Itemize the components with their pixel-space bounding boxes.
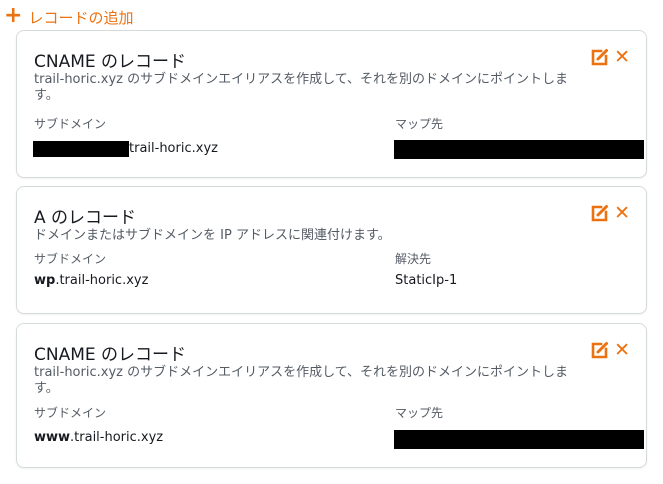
record-description: trail-horic.xyz のサブドメインエイリアスを作成して、それを別のド… [34,72,569,103]
delete-icon[interactable]: ✕ [614,203,630,223]
edit-icon[interactable] [590,47,610,67]
edit-icon[interactable] [590,340,610,360]
subdomain-prefix: wp [34,273,56,288]
subdomain-label: サブドメイン [34,252,107,266]
plus-icon: + [4,3,23,28]
redacted-target [394,430,644,449]
redacted-target [394,140,644,159]
record-title: CNAME のレコード [34,52,187,72]
record-card-cname-2: CNAME のレコード trail-horic.xyz のサブドメインエイリアス… [16,323,647,468]
edit-icon[interactable] [590,203,610,223]
subdomain-domain: trail-horic.xyz [129,141,218,156]
subdomain-domain: .trail-horic.xyz [70,430,164,445]
target-value: StaticIp-1 [395,273,458,288]
record-title: CNAME のレコード [34,345,187,365]
subdomain-value: www.trail-horic.xyz [34,430,163,445]
delete-icon[interactable]: ✕ [614,47,630,67]
target-label: マップ先 [395,117,444,131]
subdomain-label: サブドメイン [34,406,107,420]
subdomain-value: wp.trail-horic.xyz [34,273,148,288]
record-description: trail-horic.xyz のサブドメインエイリアスを作成して、それを別のド… [34,365,569,396]
record-actions: ✕ [590,203,630,223]
record-card-a: A のレコード ドメインまたはサブドメインを IP アドレスに関連付けます。 サ… [16,186,647,314]
add-record-button[interactable]: + レコードの追加 [4,3,134,28]
target-label: マップ先 [395,406,444,420]
delete-icon[interactable]: ✕ [614,340,630,360]
record-actions: ✕ [590,340,630,360]
redacted-subdomain [33,141,129,157]
record-actions: ✕ [590,47,630,67]
record-card-cname-1: CNAME のレコード trail-horic.xyz のサブドメインエイリアス… [16,30,647,178]
subdomain-label: サブドメイン [34,117,107,131]
subdomain-value: trail-horic.xyz [129,141,218,156]
record-description: ドメインまたはサブドメインを IP アドレスに関連付けます。 [34,228,391,243]
record-title: A のレコード [34,208,137,228]
subdomain-domain: .trail-horic.xyz [55,273,149,288]
target-label: 解決先 [395,252,432,266]
add-record-label: レコードの追加 [28,8,134,27]
subdomain-prefix: www [34,430,71,445]
